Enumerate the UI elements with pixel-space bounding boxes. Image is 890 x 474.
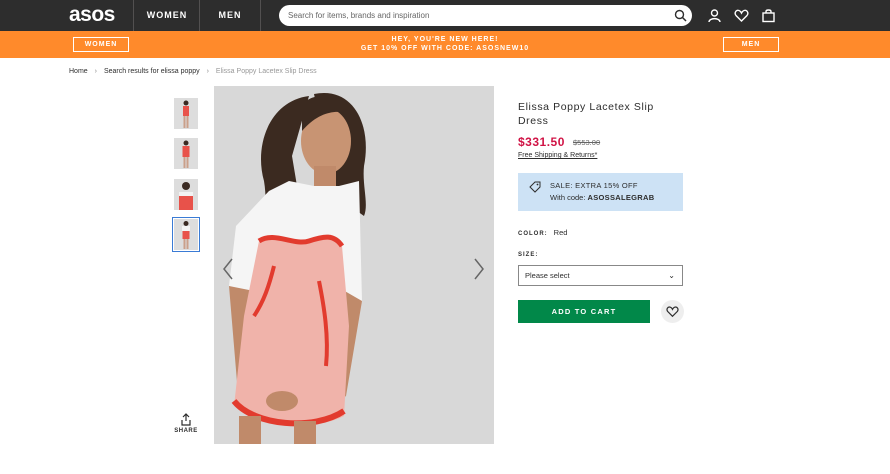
- size-label: SIZE:: [518, 252, 539, 258]
- thumbnail-3[interactable]: [174, 179, 198, 210]
- promo-banner: WOMEN HEY, YOU'RE NEW HERE! GET 10% OFF …: [0, 31, 890, 58]
- sale-code-prefix: With code:: [550, 193, 588, 202]
- search-input[interactable]: [288, 5, 668, 26]
- add-to-cart-button[interactable]: ADD TO CART: [518, 300, 650, 323]
- breadcrumb-separator: ›: [206, 68, 209, 75]
- size-select[interactable]: Please select ⌄: [518, 265, 683, 286]
- breadcrumb: Home › Search results for elissa poppy ›…: [69, 68, 317, 75]
- size-select-value: Please select: [525, 271, 570, 280]
- heart-icon[interactable]: [734, 8, 749, 23]
- account-icon[interactable]: [707, 8, 722, 23]
- sale-code: ASOSSALEGRAB: [587, 193, 655, 202]
- promo-code-text: GET 10% OFF WITH CODE: ASOSNEW10: [360, 45, 530, 52]
- thumbnail-2[interactable]: [174, 138, 198, 169]
- share-label: SHARE: [174, 428, 198, 434]
- bag-icon[interactable]: [761, 8, 776, 23]
- breadcrumb-separator: ›: [94, 68, 97, 75]
- tag-icon: [529, 181, 541, 193]
- color-value: Red: [553, 228, 568, 237]
- color-label: COLOR:: [518, 231, 548, 237]
- chevron-down-icon: ⌄: [668, 271, 675, 280]
- thumbnail-4[interactable]: [172, 217, 200, 252]
- next-image-arrow-icon[interactable]: [472, 256, 486, 282]
- previous-image-arrow-icon[interactable]: [221, 256, 235, 282]
- thumbnail-1[interactable]: [174, 98, 198, 129]
- color-row: COLOR: Red: [518, 228, 567, 237]
- asos-logo[interactable]: asos: [69, 3, 115, 27]
- previous-price: $553.00: [573, 138, 601, 147]
- save-for-later-button[interactable]: [661, 300, 684, 323]
- breadcrumb-current: Elissa Poppy Lacetex Slip Dress: [215, 68, 317, 75]
- share-icon: [181, 413, 191, 426]
- search-bar: [279, 5, 692, 26]
- breadcrumb-home[interactable]: Home: [69, 68, 88, 75]
- product-title: Elissa Poppy Lacetex Slip Dress: [518, 101, 654, 127]
- promo-men-button[interactable]: MEN: [723, 37, 779, 52]
- nav-men[interactable]: MEN: [199, 0, 261, 31]
- current-price: $331.50: [518, 135, 565, 149]
- sale-code-line: With code: ASOSSALEGRAB: [550, 193, 654, 202]
- search-icon[interactable]: [674, 9, 687, 22]
- sale-text: SALE: EXTRA 15% OFF: [550, 181, 638, 190]
- breadcrumb-search-results[interactable]: Search results for elissa poppy: [104, 68, 200, 75]
- heart-icon: [666, 306, 679, 318]
- promo-women-button[interactable]: WOMEN: [73, 37, 129, 52]
- shipping-link[interactable]: Free Shipping & Returns*: [518, 152, 597, 159]
- sale-promo-box: SALE: EXTRA 15% OFF With code: ASOSSALEG…: [518, 173, 683, 211]
- share-button[interactable]: SHARE: [174, 413, 198, 434]
- main-product-image: [214, 86, 494, 444]
- promo-headline: HEY, YOU'RE NEW HERE!: [391, 36, 499, 43]
- nav-women[interactable]: WOMEN: [133, 0, 200, 31]
- top-navigation-bar: asos WOMEN MEN: [0, 0, 890, 31]
